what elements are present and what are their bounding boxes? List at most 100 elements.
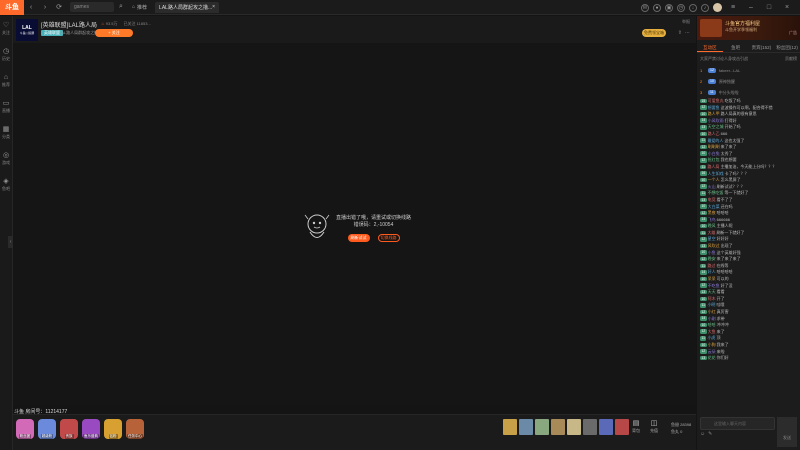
- chat-input[interactable]: 这里输入聊天内容: [700, 417, 775, 430]
- chat-username[interactable]: 天天: [708, 289, 716, 294]
- gift-icon[interactable]: ▣: [665, 3, 673, 12]
- chat-username[interactable]: 小红: [708, 309, 716, 314]
- sidebar-item-history[interactable]: ◷ 历史: [0, 42, 12, 68]
- tab-recommend[interactable]: ⌂ 推荐: [128, 2, 151, 13]
- download-icon[interactable]: ↓: [689, 3, 697, 12]
- back-icon[interactable]: ‹: [24, 0, 38, 15]
- menu-icon[interactable]: ≡: [726, 0, 740, 15]
- rank-row[interactable]: 1 12 fakeer...LAL: [700, 65, 797, 76]
- search-input[interactable]: games: [70, 2, 114, 12]
- chat-messages[interactable]: 15 可爱鱼丸吃饭了吗 12 想要鱼这波操作可以啊，配合得不错 10 路人甲路人局真的很有…: [700, 98, 797, 416]
- chat-username[interactable]: 小明: [707, 302, 715, 307]
- barrage-style-icon[interactable]: ✎: [708, 431, 712, 437]
- gift-item[interactable]: [583, 419, 597, 435]
- chat-username[interactable]: 火山: [708, 184, 716, 189]
- chat-username[interactable]: 一个人: [708, 177, 720, 182]
- chat-username[interactable]: 飞鸟: [708, 217, 716, 222]
- chat-username[interactable]: 小狗: [708, 342, 716, 347]
- switch-line-button[interactable]: 切换线路: [377, 233, 400, 242]
- gift-item[interactable]: [567, 419, 581, 435]
- chat-username[interactable]: 好人: [708, 269, 716, 274]
- chat-username[interactable]: 小风吹雨: [708, 118, 724, 123]
- gift-item[interactable]: [615, 419, 629, 435]
- tab-vip[interactable]: 贵宾(152): [749, 42, 775, 52]
- douyu-logo[interactable]: 斗鱼: [0, 0, 24, 15]
- chat-username[interactable]: 可爱鱼丸: [708, 98, 724, 103]
- refresh-icon[interactable]: ⟳: [52, 0, 66, 15]
- activity-entry[interactable]: 任务中心: [126, 419, 144, 439]
- chat-username[interactable]: 电竞: [708, 197, 716, 202]
- forward-icon[interactable]: ›: [38, 0, 52, 15]
- chat-username[interactable]: 小虎: [707, 335, 715, 340]
- chat-username[interactable]: 路人乙: [708, 131, 720, 136]
- chat-username[interactable]: 阿木: [708, 296, 716, 301]
- video-player[interactable]: 直播出错了哦，请重试或切换线路 错误码：2,-10054 刷新试试 切换线路: [13, 43, 696, 405]
- chat-username[interactable]: 黑夜: [708, 210, 716, 215]
- activity-entry[interactable]: 贵族: [60, 419, 78, 439]
- chat-username[interactable]: 路人局: [707, 164, 719, 169]
- chat-username[interactable]: 大鱼: [708, 329, 716, 334]
- chat-username[interactable]: 花花: [708, 355, 716, 360]
- gift-item[interactable]: [503, 419, 517, 435]
- chat-username[interactable]: 不吃鱼: [708, 283, 720, 288]
- sidebar-item-live[interactable]: ▭ 直播: [0, 94, 12, 120]
- chat-username[interactable]: 风吹过: [708, 243, 720, 248]
- chat-username[interactable]: 刷刷刷: [708, 144, 720, 149]
- room-logo[interactable]: LAL 斗鱼 | 投屏: [16, 19, 38, 41]
- close-icon[interactable]: ×: [212, 4, 215, 10]
- follow-button[interactable]: + 关注: [95, 29, 133, 37]
- chat-username[interactable]: 星空: [708, 236, 716, 241]
- chat-username[interactable]: 天空之城: [708, 124, 724, 129]
- backpack-button[interactable]: ▤ 背包: [629, 420, 643, 433]
- chat-username[interactable]: 云朵: [708, 349, 716, 354]
- chat-username[interactable]: 呆呆: [708, 276, 716, 281]
- more-icon[interactable]: ⋯: [685, 30, 690, 36]
- gift-item[interactable]: [599, 419, 613, 435]
- rank-row[interactable]: 2 10 原神独醒: [700, 76, 797, 87]
- treasure-box-button[interactable]: 免费领宝箱: [642, 29, 666, 37]
- chat-username[interactable]: 小刚: [708, 316, 716, 321]
- share-icon[interactable]: ⇪: [678, 30, 682, 36]
- record-icon[interactable]: ●: [653, 3, 661, 12]
- activity-entry[interactable]: 鱼乐盛典: [82, 419, 100, 439]
- activity-entry[interactable]: 超级粉: [38, 419, 56, 439]
- chat-username[interactable]: 大白菜: [708, 204, 720, 209]
- gift-item[interactable]: [551, 419, 565, 435]
- chat-username[interactable]: 抢红包: [708, 157, 720, 162]
- sidebar-item-game[interactable]: ◎ 游戏: [0, 146, 12, 172]
- gift-item[interactable]: [519, 419, 533, 435]
- tab-interact[interactable]: 互动区: [697, 42, 723, 52]
- chat-username[interactable]: 路过: [707, 263, 715, 268]
- contribution-link[interactable]: 贡献榜: [785, 56, 797, 62]
- chat-username[interactable]: 晚安: [708, 256, 716, 261]
- chat-username[interactable]: 不想吃饭: [707, 190, 723, 195]
- tab-live-room[interactable]: LAL路人局群起攻之撸... ×: [155, 1, 220, 13]
- maximize-icon[interactable]: □: [762, 0, 776, 15]
- tab-fans[interactable]: 粉丝团(12): [774, 42, 800, 52]
- chat-username[interactable]: 小鱼: [708, 250, 716, 255]
- ad-banner[interactable]: 斗鱼官方福利屋 斗鱼开学季领福利 广告: [697, 16, 800, 40]
- tab-fishbar[interactable]: 鱼吧: [723, 42, 749, 52]
- activity-entry[interactable]: 粉丝团: [16, 419, 34, 439]
- chat-username[interactable]: 想要鱼: [708, 105, 720, 110]
- chat-username[interactable]: 最爱的人: [707, 138, 723, 143]
- chat-username[interactable]: 路人甲: [708, 111, 720, 116]
- minimize-icon[interactable]: –: [744, 0, 758, 15]
- bell-icon[interactable]: ♪: [701, 3, 709, 12]
- history-icon[interactable]: ◷: [677, 3, 685, 12]
- window-close-icon[interactable]: ×: [780, 0, 794, 15]
- gift-item[interactable]: [535, 419, 549, 435]
- sidebar-item-recommend[interactable]: ⌂ 推荐: [0, 68, 12, 94]
- sidebar-item-category[interactable]: ▦ 分类: [0, 120, 12, 146]
- chat-username[interactable]: 人生如戏: [708, 171, 724, 176]
- search-icon[interactable]: ⌕: [114, 0, 128, 15]
- recharge-button[interactable]: ◫ 充值: [647, 420, 661, 433]
- emoji-icon[interactable]: ☺: [700, 431, 705, 437]
- chat-username[interactable]: 小白兔: [708, 151, 720, 156]
- send-button[interactable]: 发送: [777, 417, 797, 447]
- refresh-button[interactable]: 刷新试试: [347, 233, 370, 242]
- chat-username[interactable]: 晚风: [708, 223, 716, 228]
- sidebar-item-fishbar[interactable]: ◈ 鱼吧: [0, 172, 12, 198]
- sidebar-item-follow[interactable]: ♡ 关注: [0, 16, 12, 42]
- rank-row[interactable]: 3 11 中分头啦啦: [700, 87, 797, 98]
